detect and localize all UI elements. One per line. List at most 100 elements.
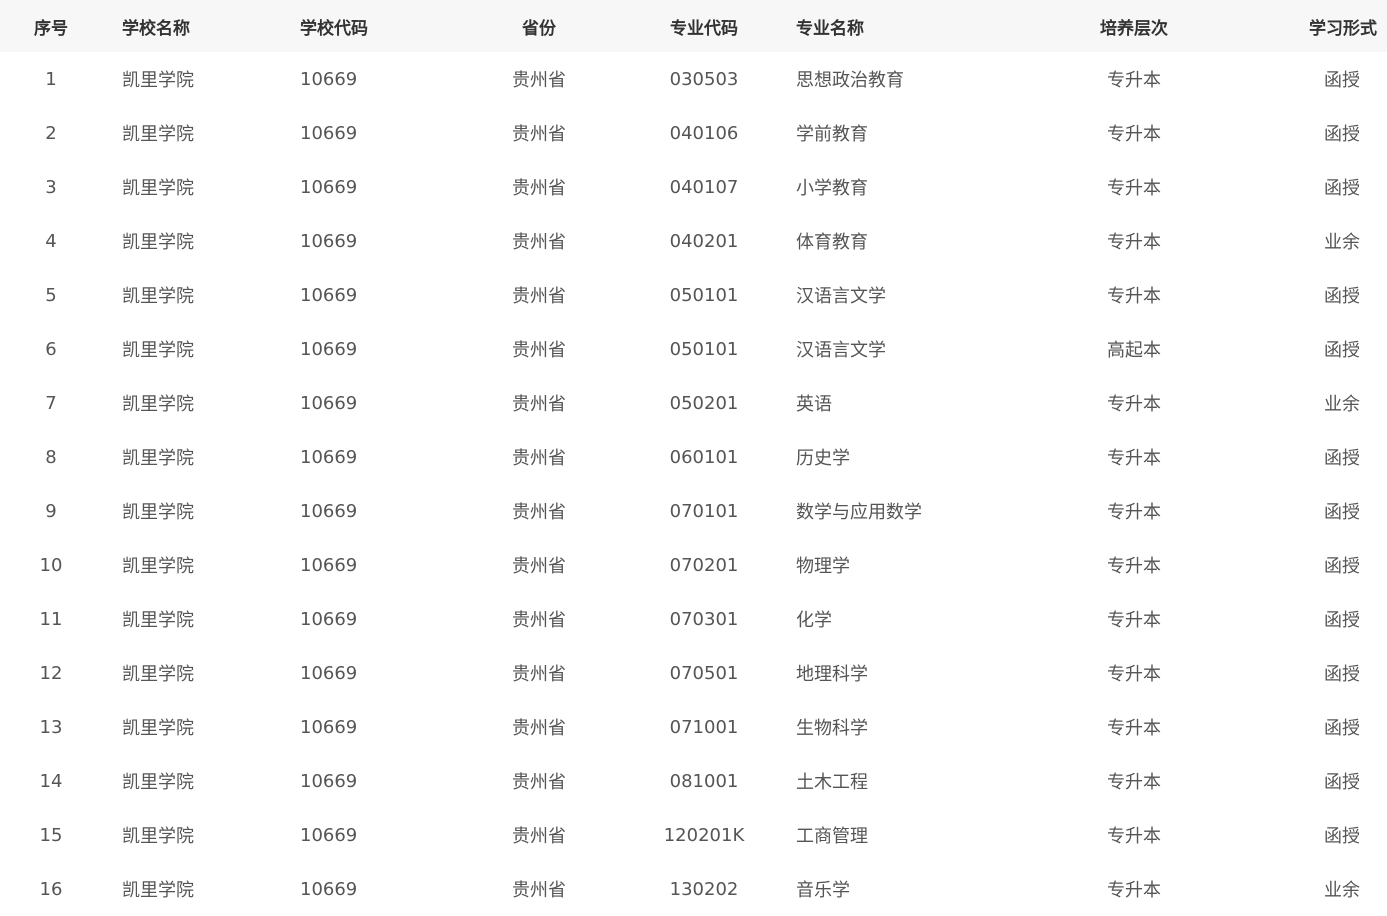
cell-school-name: 凯里学院 xyxy=(122,178,194,199)
cell-index: 1 xyxy=(45,68,57,90)
cell-major-name: 工商管理 xyxy=(796,826,868,847)
cell-school-code: 10669 xyxy=(300,716,358,738)
cell-major-code: 070201 xyxy=(669,554,739,576)
cell-province: 贵州省 xyxy=(512,664,566,685)
cell-index: 14 xyxy=(39,770,63,792)
cell-school-name: 凯里学院 xyxy=(122,394,194,415)
cell-province: 贵州省 xyxy=(512,826,566,847)
table-row: 4 凯里学院 10669 贵州省 040201 体育教育 专升本 业余 xyxy=(0,214,1387,268)
table-row: 13 凯里学院 10669 贵州省 071001 生物科学 专升本 函授 xyxy=(0,700,1387,754)
table-body: 1 凯里学院 10669 贵州省 030503 思想政治教育 专升本 函授 2 凯里学院 10669… xyxy=(0,52,1387,916)
header-province: 省份 xyxy=(522,18,556,39)
cell-index: 3 xyxy=(45,176,57,198)
cell-province: 贵州省 xyxy=(512,232,566,253)
cell-school-code: 10669 xyxy=(300,230,358,252)
cell-level: 专升本 xyxy=(1107,772,1161,793)
cell-level: 专升本 xyxy=(1107,394,1161,415)
cell-major-name: 汉语言文学 xyxy=(796,286,886,307)
table-row: 2 凯里学院 10669 贵州省 040106 学前教育 专升本 函授 xyxy=(0,106,1387,160)
cell-major-code: 070301 xyxy=(669,608,739,630)
cell-province: 贵州省 xyxy=(512,880,566,901)
cell-school-name: 凯里学院 xyxy=(122,556,194,577)
cell-school-name: 凯里学院 xyxy=(122,718,194,739)
cell-index: 9 xyxy=(45,500,57,522)
cell-level: 专升本 xyxy=(1107,232,1161,253)
cell-level: 专升本 xyxy=(1107,880,1161,901)
cell-major-code: 130202 xyxy=(669,878,739,900)
cell-study-form: 函授 xyxy=(1324,448,1360,469)
cell-study-form: 函授 xyxy=(1324,556,1360,577)
cell-major-name: 学前教育 xyxy=(796,124,868,145)
table-row: 8 凯里学院 10669 贵州省 060101 历史学 专升本 函授 xyxy=(0,430,1387,484)
cell-province: 贵州省 xyxy=(512,502,566,523)
table-row: 9 凯里学院 10669 贵州省 070101 数学与应用数学 专升本 函授 xyxy=(0,484,1387,538)
header-index: 序号 xyxy=(34,18,68,39)
cell-major-code: 060101 xyxy=(669,446,739,468)
table-row: 14 凯里学院 10669 贵州省 081001 土木工程 专升本 函授 xyxy=(0,754,1387,808)
cell-province: 贵州省 xyxy=(512,394,566,415)
table-row: 16 凯里学院 10669 贵州省 130202 音乐学 专升本 业余 xyxy=(0,862,1387,916)
cell-school-code: 10669 xyxy=(300,68,358,90)
cell-study-form: 业余 xyxy=(1324,394,1360,415)
table-row: 10 凯里学院 10669 贵州省 070201 物理学 专升本 函授 xyxy=(0,538,1387,592)
table-header: 序号 学校名称 学校代码 省份 专业代码 专业名称 培养层次 学习形式 xyxy=(0,0,1387,52)
cell-school-code: 10669 xyxy=(300,878,358,900)
cell-school-name: 凯里学院 xyxy=(122,70,194,91)
cell-province: 贵州省 xyxy=(512,718,566,739)
table-row: 7 凯里学院 10669 贵州省 050201 英语 专升本 业余 xyxy=(0,376,1387,430)
cell-province: 贵州省 xyxy=(512,340,566,361)
cell-major-name: 地理科学 xyxy=(796,664,868,685)
majors-table: 序号 学校名称 学校代码 省份 专业代码 专业名称 培养层次 学习形式 1 凯里学… xyxy=(0,0,1387,916)
cell-major-code: 040201 xyxy=(669,230,739,252)
cell-index: 16 xyxy=(39,878,63,900)
cell-school-name: 凯里学院 xyxy=(122,286,194,307)
cell-major-name: 汉语言文学 xyxy=(796,340,886,361)
header-major-name: 专业名称 xyxy=(796,18,864,39)
cell-major-code: 050101 xyxy=(669,284,739,306)
cell-index: 6 xyxy=(45,338,57,360)
cell-province: 贵州省 xyxy=(512,772,566,793)
cell-study-form: 函授 xyxy=(1324,718,1360,739)
cell-level: 专升本 xyxy=(1107,178,1161,199)
cell-level: 专升本 xyxy=(1107,124,1161,145)
cell-school-code: 10669 xyxy=(300,500,358,522)
cell-study-form: 函授 xyxy=(1324,286,1360,307)
cell-index: 10 xyxy=(39,554,63,576)
cell-province: 贵州省 xyxy=(512,610,566,631)
cell-study-form: 函授 xyxy=(1324,340,1360,361)
table-row: 6 凯里学院 10669 贵州省 050101 汉语言文学 高起本 函授 xyxy=(0,322,1387,376)
cell-level: 专升本 xyxy=(1107,502,1161,523)
cell-major-name: 英语 xyxy=(796,394,832,415)
header-school-name: 学校名称 xyxy=(122,18,190,39)
cell-study-form: 函授 xyxy=(1324,178,1360,199)
cell-school-code: 10669 xyxy=(300,662,358,684)
cell-school-name: 凯里学院 xyxy=(122,772,194,793)
header-major-code: 专业代码 xyxy=(670,18,738,39)
cell-study-form: 函授 xyxy=(1324,772,1360,793)
cell-index: 4 xyxy=(45,230,57,252)
cell-school-code: 10669 xyxy=(300,608,358,630)
cell-school-code: 10669 xyxy=(300,770,358,792)
cell-school-name: 凯里学院 xyxy=(122,340,194,361)
cell-school-name: 凯里学院 xyxy=(122,826,194,847)
table-row: 1 凯里学院 10669 贵州省 030503 思想政治教育 专升本 函授 xyxy=(0,52,1387,106)
cell-province: 贵州省 xyxy=(512,286,566,307)
cell-study-form: 业余 xyxy=(1324,880,1360,901)
cell-major-name: 小学教育 xyxy=(796,178,868,199)
cell-study-form: 业余 xyxy=(1324,232,1360,253)
cell-major-name: 物理学 xyxy=(796,556,850,577)
cell-index: 5 xyxy=(45,284,57,306)
cell-school-code: 10669 xyxy=(300,824,358,846)
cell-major-name: 体育教育 xyxy=(796,232,868,253)
cell-study-form: 函授 xyxy=(1324,124,1360,145)
cell-major-name: 化学 xyxy=(796,610,832,631)
cell-major-code: 120201K xyxy=(663,824,745,846)
cell-major-code: 070101 xyxy=(669,500,739,522)
table-row: 15 凯里学院 10669 贵州省 120201K 工商管理 专升本 函授 xyxy=(0,808,1387,862)
cell-school-name: 凯里学院 xyxy=(122,502,194,523)
cell-school-code: 10669 xyxy=(300,446,358,468)
cell-study-form: 函授 xyxy=(1324,826,1360,847)
cell-school-code: 10669 xyxy=(300,284,358,306)
cell-level: 专升本 xyxy=(1107,610,1161,631)
cell-major-code: 050101 xyxy=(669,338,739,360)
